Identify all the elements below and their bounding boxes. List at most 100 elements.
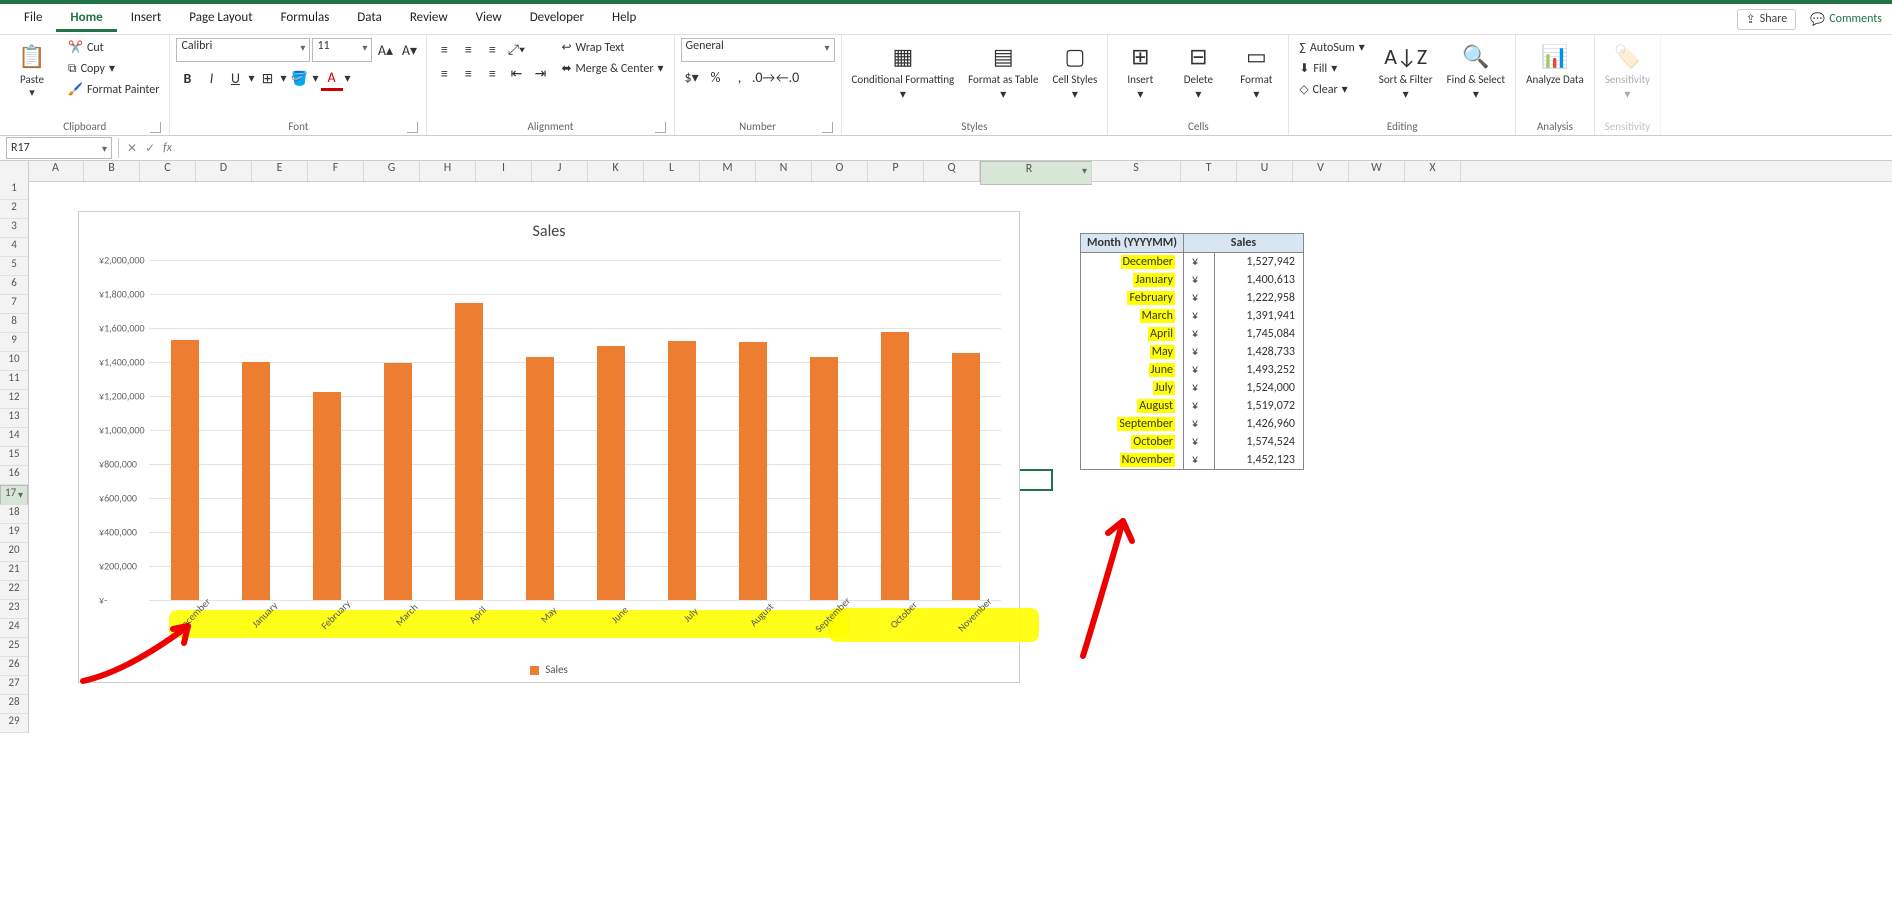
insert-cells-button[interactable]: ⊞Insert▾ <box>1114 38 1166 104</box>
col-header[interactable]: J <box>532 161 588 181</box>
row-header[interactable]: 9 <box>0 333 28 352</box>
find-select-button[interactable]: 🔍Find & Select▾ <box>1443 38 1509 104</box>
chart-bar[interactable] <box>881 332 909 600</box>
cell-month[interactable]: February <box>1081 289 1184 307</box>
increase-font-icon[interactable]: A▴ <box>374 39 396 61</box>
analyze-data-button[interactable]: 📊Analyze Data <box>1522 38 1588 89</box>
col-header[interactable]: B <box>84 161 140 181</box>
col-header[interactable]: T <box>1181 161 1237 181</box>
underline-button[interactable]: U <box>224 68 246 90</box>
cell-value[interactable]: 1,426,960 <box>1214 415 1303 433</box>
col-header[interactable]: E <box>252 161 308 181</box>
indent-inc-icon[interactable]: ⇥ <box>529 62 551 84</box>
cell-value[interactable]: 1,493,252 <box>1214 361 1303 379</box>
chart-object[interactable]: Sales Sales ¥-¥200,000¥400,000¥600,000¥8… <box>78 211 1020 683</box>
cell-month[interactable]: October <box>1081 433 1184 451</box>
col-header[interactable]: N <box>756 161 812 181</box>
row-header[interactable]: 6 <box>0 276 28 295</box>
col-header[interactable]: C <box>140 161 196 181</box>
col-header[interactable]: S <box>1092 161 1181 181</box>
autosum-button[interactable]: ∑AutoSum ▾ <box>1295 38 1368 57</box>
cell-currency[interactable]: ¥ <box>1183 433 1214 451</box>
cell-value[interactable]: 1,391,941 <box>1214 307 1303 325</box>
row-header[interactable]: 15 <box>0 447 28 466</box>
row-header[interactable]: 20 <box>0 543 28 562</box>
row-header[interactable]: 10 <box>0 352 28 371</box>
row-header[interactable]: 14 <box>0 428 28 447</box>
row-header[interactable]: 24 <box>0 619 28 638</box>
row-header[interactable]: 21 <box>0 562 28 581</box>
chart-bar[interactable] <box>810 357 838 600</box>
cell-value[interactable]: 1,452,123 <box>1214 451 1303 470</box>
row-header[interactable]: 13 <box>0 409 28 428</box>
orientation-icon[interactable]: ⤢▾ <box>505 38 527 60</box>
align-right-icon[interactable]: ≡ <box>481 62 503 84</box>
cell-month[interactable]: June <box>1081 361 1184 379</box>
cell-month[interactable]: April <box>1081 325 1184 343</box>
format-cells-button[interactable]: ▭Format▾ <box>1230 38 1282 104</box>
cell-month[interactable]: December <box>1081 253 1184 272</box>
col-header[interactable]: F <box>308 161 364 181</box>
format-painter-button[interactable]: 🖌️Format Painter <box>64 80 163 99</box>
cell-area[interactable]: Sales Sales ¥-¥200,000¥400,000¥600,000¥8… <box>28 181 1892 777</box>
row-header[interactable]: 25 <box>0 638 28 657</box>
row-header[interactable]: 1 <box>0 181 28 200</box>
number-format-select[interactable]: General <box>681 38 835 62</box>
tab-developer[interactable]: Developer <box>516 6 598 32</box>
decrease-font-icon[interactable]: A▾ <box>398 39 420 61</box>
align-center-icon[interactable]: ≡ <box>457 62 479 84</box>
fill-color-button[interactable]: 🪣 <box>289 68 311 90</box>
fill-button[interactable]: ⬇Fill ▾ <box>1295 59 1368 78</box>
cell-currency[interactable]: ¥ <box>1183 397 1214 415</box>
row-header[interactable]: 22 <box>0 581 28 600</box>
cell-month[interactable]: May <box>1081 343 1184 361</box>
row-header[interactable]: 5 <box>0 257 28 276</box>
row-header[interactable]: 26 <box>0 657 28 676</box>
col-header[interactable]: W <box>1349 161 1405 181</box>
table-row[interactable]: January¥1,400,613 <box>1081 271 1304 289</box>
col-header[interactable]: Q <box>924 161 980 181</box>
select-all-triangle[interactable] <box>0 161 29 182</box>
cell-currency[interactable]: ¥ <box>1183 343 1214 361</box>
tab-view[interactable]: View <box>462 6 516 32</box>
cell-value[interactable]: 1,745,084 <box>1214 325 1303 343</box>
table-row[interactable]: May¥1,428,733 <box>1081 343 1304 361</box>
enter-icon[interactable]: ✓ <box>141 141 159 156</box>
font-size-select[interactable]: 11 <box>312 38 372 62</box>
dialog-launcher-icon[interactable] <box>407 122 418 133</box>
worksheet[interactable]: ABCDEFGHIJKLMNOPQRSTUVWX 123456789101112… <box>0 161 1892 777</box>
tab-insert[interactable]: Insert <box>117 6 176 32</box>
tab-file[interactable]: File <box>10 6 56 32</box>
col-header[interactable]: D <box>196 161 252 181</box>
indent-dec-icon[interactable]: ⇤ <box>505 62 527 84</box>
chart-bar[interactable] <box>952 353 980 600</box>
cell-value[interactable]: 1,428,733 <box>1214 343 1303 361</box>
border-button[interactable]: ⊞ <box>256 68 278 90</box>
chart-bar[interactable] <box>171 340 199 600</box>
table-row[interactable]: September¥1,426,960 <box>1081 415 1304 433</box>
column-headers[interactable]: ABCDEFGHIJKLMNOPQRSTUVWX <box>28 161 1892 182</box>
table-row[interactable]: October¥1,574,524 <box>1081 433 1304 451</box>
chart-bar[interactable] <box>739 342 767 600</box>
bold-button[interactable]: B <box>176 68 198 90</box>
dialog-launcher-icon[interactable] <box>822 122 833 133</box>
row-header[interactable]: 27 <box>0 676 28 695</box>
cell-currency[interactable]: ¥ <box>1183 253 1214 272</box>
col-header[interactable]: V <box>1293 161 1349 181</box>
cell-currency[interactable]: ¥ <box>1183 415 1214 433</box>
col-header[interactable]: X <box>1405 161 1461 181</box>
share-button[interactable]: ⇪Share <box>1737 9 1797 30</box>
cancel-icon[interactable]: ✕ <box>123 141 141 156</box>
row-header[interactable]: 3 <box>0 219 28 238</box>
delete-cells-button[interactable]: ⊟Delete▾ <box>1172 38 1224 104</box>
cell-month[interactable]: January <box>1081 271 1184 289</box>
col-header[interactable]: O <box>812 161 868 181</box>
cell-month[interactable]: November <box>1081 451 1184 470</box>
row-header[interactable]: 4 <box>0 238 28 257</box>
table-row[interactable]: April¥1,745,084 <box>1081 325 1304 343</box>
cell-value[interactable]: 1,400,613 <box>1214 271 1303 289</box>
chart-bar[interactable] <box>242 362 270 600</box>
name-box[interactable]: R17 <box>6 137 112 159</box>
comments-button[interactable]: 💬Comments <box>1810 12 1882 27</box>
cell-value[interactable]: 1,524,000 <box>1214 379 1303 397</box>
